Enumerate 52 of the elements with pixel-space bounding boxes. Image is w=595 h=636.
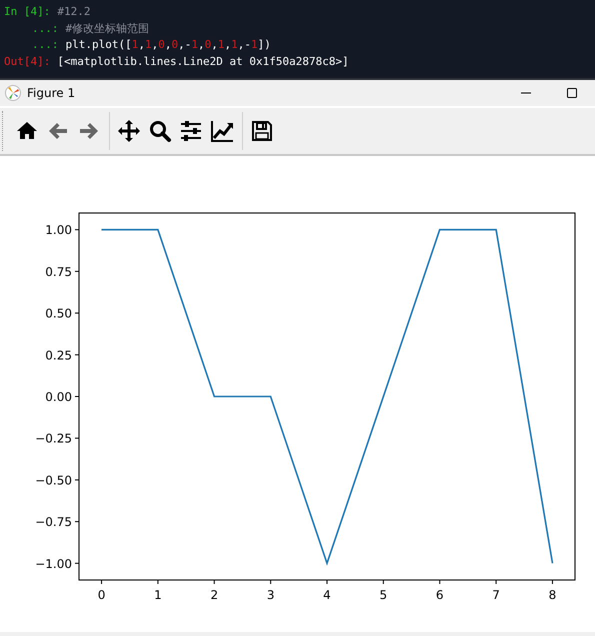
y-tick [74, 312, 80, 314]
y-tick [74, 354, 80, 356]
console-text: plt.plot([1,1,0,0,-1,0,1,1,-1]) [66, 37, 271, 53]
y-tick [74, 521, 80, 522]
y-tick-label: 1.00 [45, 223, 72, 238]
x-tick-label: 7 [492, 588, 500, 602]
y-tick [74, 479, 80, 480]
y-tick-label: −0.75 [35, 515, 72, 530]
y-tick [74, 270, 80, 272]
x-tick-label: 8 [548, 588, 556, 602]
x-tick-label: 4 [323, 588, 331, 602]
search-icon[interactable] [148, 119, 172, 143]
window-title: Figure 1 [27, 86, 76, 100]
y-tick-label: −0.25 [35, 432, 72, 446]
y-tick [74, 396, 80, 397]
x-tick [552, 580, 553, 584]
x-tick-label: 0 [98, 588, 106, 602]
y-tick-label: 0.00 [45, 390, 72, 404]
y-tick-label: −1.00 [35, 556, 72, 571]
maximize-icon[interactable] [566, 87, 578, 99]
x-tick [326, 580, 328, 584]
console-text: #12.2 [57, 4, 90, 20]
x-tick [157, 580, 158, 584]
console-prompt: In [4]: [4, 4, 50, 20]
x-tick [496, 580, 497, 584]
save-icon[interactable] [250, 119, 274, 143]
x-tick-label: 1 [154, 588, 162, 602]
x-tick [439, 580, 440, 584]
move-icon[interactable] [117, 119, 141, 143]
y-tick-label: −0.50 [35, 473, 72, 488]
x-tick-label: 3 [266, 588, 274, 602]
x-tick [101, 580, 102, 584]
x-tick-label: 2 [210, 588, 218, 602]
console-text: #修改坐标轴范围 [66, 20, 150, 36]
console-prompt: ...: [32, 37, 58, 53]
y-tick-label: 0.25 [45, 348, 72, 362]
app-logo-icon [5, 85, 21, 101]
x-tick-label: 5 [380, 588, 388, 602]
x-tick-label: 6 [436, 588, 444, 602]
console-prompt: ...: [32, 20, 58, 36]
x-tick [214, 580, 215, 584]
x-tick [382, 580, 384, 584]
sliders-icon[interactable] [179, 119, 203, 143]
y-tick-label: 0.75 [45, 264, 72, 279]
console-prompt: Out[4]: [4, 54, 50, 70]
y-tick [74, 562, 80, 564]
console-text: [<matplotlib.lines.Line2D at 0x1f50a2878c8>] [57, 54, 349, 70]
y-tick-label: 0.50 [45, 306, 72, 321]
x-tick [270, 580, 272, 584]
line-chart-icon[interactable] [210, 119, 234, 143]
y-tick [74, 229, 80, 230]
y-tick [74, 438, 80, 439]
